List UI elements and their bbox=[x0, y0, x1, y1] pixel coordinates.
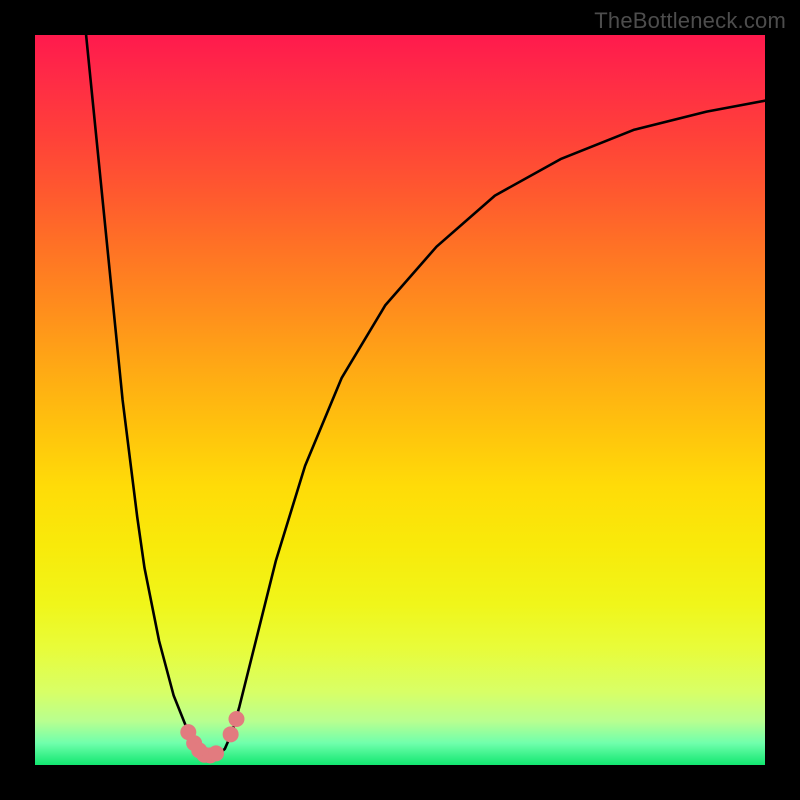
highlight-dot bbox=[223, 726, 239, 742]
chart-frame: TheBottleneck.com bbox=[0, 0, 800, 800]
highlight-dot bbox=[228, 711, 244, 727]
highlight-marker-group bbox=[180, 711, 244, 764]
bottleneck-curve-svg bbox=[35, 35, 765, 765]
watermark-label: TheBottleneck.com bbox=[594, 8, 786, 34]
bottleneck-curve-line bbox=[86, 35, 765, 755]
plot-area bbox=[35, 35, 765, 765]
highlight-dot bbox=[208, 745, 224, 761]
